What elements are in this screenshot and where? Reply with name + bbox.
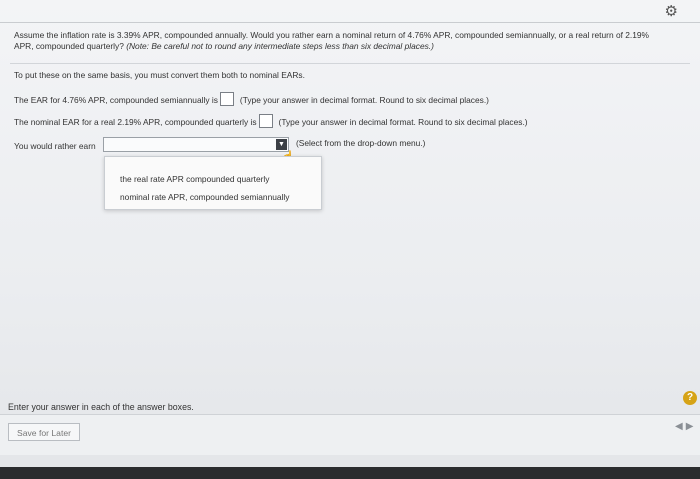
save-for-later-button[interactable]: Save for Later	[8, 423, 80, 441]
ear-semiannual-label: The EAR for 4.76% APR, compounded semian…	[14, 95, 218, 105]
screen-bottom-bezel	[0, 467, 700, 479]
top-bar: ⚙	[0, 0, 700, 23]
rather-label: You would rather earn	[14, 141, 96, 151]
ear-quarterly-line: The nominal EAR for a real 2.19% APR, co…	[14, 114, 528, 128]
ear-quarterly-input[interactable]	[258, 114, 273, 128]
help-icon[interactable]: ?	[683, 391, 697, 405]
divider	[10, 63, 690, 64]
next-arrow-icon[interactable]: ▶	[686, 421, 694, 432]
bottom-panel	[0, 414, 700, 455]
ear-quarterly-hint: (Type your answer in decimal format. Rou…	[278, 117, 528, 127]
chevron-down-icon[interactable]: ▼	[276, 139, 287, 150]
rather-select[interactable]: ▼	[103, 137, 289, 152]
instruction-text: To put these on the same basis, you must…	[14, 70, 305, 80]
dropdown-menu: the real rate APR compounded quarterly n…	[104, 156, 322, 210]
ear-semiannual-hint: (Type your answer in decimal format. Rou…	[239, 95, 489, 105]
footer-message: Enter your answer in each of the answer …	[8, 402, 194, 412]
dropdown-option-nominal[interactable]: nominal rate APR, compounded semiannuall…	[120, 192, 289, 202]
question-text: Assume the inflation rate is 3.39% APR, …	[14, 30, 664, 52]
ear-quarterly-label: The nominal EAR for a real 2.19% APR, co…	[14, 117, 257, 127]
gear-icon[interactable]: ⚙	[665, 2, 678, 20]
page: ⚙ Assume the inflation rate is 3.39% APR…	[0, 0, 700, 479]
ear-semiannual-line: The EAR for 4.76% APR, compounded semian…	[14, 92, 489, 106]
dropdown-option-real[interactable]: the real rate APR compounded quarterly	[120, 174, 269, 184]
question-note: (Note: Be careful not to round any inter…	[126, 41, 434, 51]
prev-arrow-icon[interactable]: ◀	[675, 421, 683, 432]
nav-arrows: ◀ ▶	[672, 421, 693, 432]
ear-semiannual-input[interactable]	[219, 92, 234, 106]
rather-hint: (Select from the drop-down menu.)	[296, 138, 426, 148]
